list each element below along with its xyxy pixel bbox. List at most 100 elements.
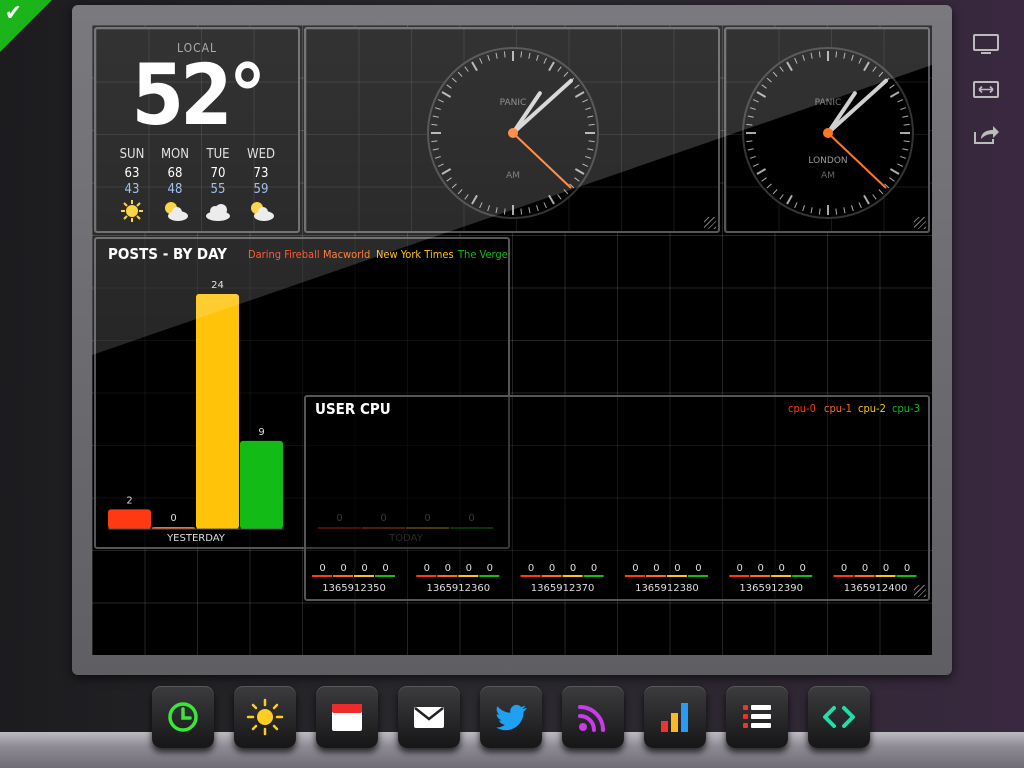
forecast-day-name: WED <box>247 147 275 162</box>
bar-yesterday-0 <box>108 509 151 529</box>
cpu-bar <box>729 575 750 577</box>
cpu-bar <box>792 575 813 577</box>
legend-cpu-3: cpu-3 <box>892 402 920 415</box>
cpu-bar <box>624 575 645 577</box>
forecast-low: 55 <box>210 182 226 197</box>
forecast-high: 63 <box>124 166 140 181</box>
bar-value-label: 9 <box>258 427 264 438</box>
dock-twitter-button[interactable] <box>480 686 542 748</box>
cpu-bar <box>312 575 332 577</box>
forecast-day: MON 68 48 <box>155 147 195 227</box>
dock-clock-button[interactable] <box>152 686 214 748</box>
cpu-bar <box>583 575 604 577</box>
clock-tick <box>746 123 753 126</box>
clock-icon <box>168 702 198 732</box>
forecast-day: TUE 70 55 <box>198 147 238 227</box>
cpu-chart-canvas: 0 0 0 0 1365912350 0 0 0 0 1365912360 0 0 0 0 13659123… <box>312 563 917 594</box>
clock-tick <box>835 51 838 58</box>
cpu-bar-value: 0 <box>340 563 346 574</box>
clock-tick <box>431 123 438 126</box>
cpu-timestamp-label: 1365912400 <box>844 583 908 594</box>
dock-code-button[interactable] <box>808 686 870 748</box>
cpu-bar <box>687 575 708 577</box>
clock-tick <box>503 208 506 215</box>
cpu-bar-value: 0 <box>800 563 806 574</box>
cpu-bar <box>833 575 854 577</box>
dock-calendar-button[interactable] <box>316 686 378 748</box>
cpu-bar-value: 0 <box>695 563 701 574</box>
current-temperature: 52° <box>131 46 267 144</box>
analog-clock-face: PANIC LONDON AM <box>742 47 914 219</box>
clock-tick <box>835 208 838 215</box>
weather-widget[interactable]: LOCAL 52° SUN 63 43 MON 68 48 TUE 70 55 <box>94 27 300 233</box>
clock-widget-london[interactable]: PANIC LONDON AM <box>724 27 930 233</box>
cpu-bar-value: 0 <box>779 563 785 574</box>
cpu-bar-value: 0 <box>487 563 493 574</box>
dock-mail-button[interactable] <box>398 686 460 748</box>
dock-bar-chart-button[interactable] <box>644 686 706 748</box>
cpu-timestamp-label: 1365912390 <box>739 583 803 594</box>
cpu-timestamp-label: 1365912380 <box>635 583 699 594</box>
dashboard-screen: LOCAL 52° SUN 63 43 MON 68 48 TUE 70 55 <box>92 25 932 655</box>
clock-tick <box>746 140 753 143</box>
cpu-bar-value: 0 <box>758 563 764 574</box>
forecast-day: SUN 63 43 <box>112 147 152 227</box>
cpu-bar-value: 0 <box>674 563 680 574</box>
rss-icon <box>578 705 605 732</box>
cpu-bar <box>354 575 374 577</box>
cpu-bar-value: 0 <box>570 563 576 574</box>
partly-cloudy-icon <box>241 199 281 227</box>
user-cpu-chart[interactable]: 0 0 0 0 1365912350 0 0 0 0 1365912360 0 0 0 0 13659123… <box>304 395 930 601</box>
share-icon[interactable] <box>972 124 1000 146</box>
monitor-icon[interactable] <box>972 33 1000 55</box>
cpu-bar <box>479 575 500 577</box>
dock-list-button[interactable] <box>726 686 788 748</box>
clock-tick <box>431 140 438 143</box>
clock-tick <box>818 208 821 215</box>
cpu-bar-value: 0 <box>862 563 868 574</box>
cpu-bar-value: 0 <box>319 563 325 574</box>
resize-grip[interactable] <box>914 585 926 597</box>
cpu-bar <box>645 575 666 577</box>
cpu-bar-value: 0 <box>737 563 743 574</box>
dock-sun-button[interactable] <box>234 686 296 748</box>
cpu-bar <box>458 575 479 577</box>
forecast-day-name: MON <box>160 147 190 162</box>
resize-icon[interactable] <box>972 79 1000 101</box>
legend-the-verge: The Verge <box>458 248 508 261</box>
cpu-timestamp-label: 1365912370 <box>531 583 595 594</box>
legend-cpu-1: cpu-1 <box>824 402 852 415</box>
cpu-bar <box>437 575 458 577</box>
dock-rss-button[interactable] <box>562 686 624 748</box>
bar-yesterday-3 <box>240 440 283 529</box>
cpu-bar-value: 0 <box>424 563 430 574</box>
forecast-low: 48 <box>167 182 183 197</box>
cpu-bar-value: 0 <box>466 563 472 574</box>
clock-tick <box>588 140 595 143</box>
cpu-bar-value: 0 <box>841 563 847 574</box>
clock-tick <box>588 123 595 126</box>
forecast-day-name: TUE <box>206 147 230 162</box>
cpu-bar <box>333 575 353 577</box>
code-icon <box>823 706 855 728</box>
cpu-bar-value: 0 <box>445 563 451 574</box>
mail-icon <box>414 707 444 728</box>
cpu-bar <box>666 575 687 577</box>
sun-icon <box>246 698 284 736</box>
resize-grip[interactable] <box>704 217 716 229</box>
clock-tick <box>520 51 523 58</box>
cpu-bar-value: 0 <box>632 563 638 574</box>
cpu-bar-value: 0 <box>653 563 659 574</box>
clock-tick <box>520 208 523 215</box>
cpu-bar-value: 0 <box>591 563 597 574</box>
resize-grip[interactable] <box>914 217 926 229</box>
forecast-day-name: SUN <box>119 147 145 162</box>
legend-new-york-times: New York Times <box>376 248 454 261</box>
clock-tick <box>503 51 506 58</box>
bar-value-label: 2 <box>126 495 132 506</box>
clock-widget-local[interactable]: PANIC AM <box>304 27 720 233</box>
bar-value-label: 0 <box>170 513 176 524</box>
category-label-yesterday: YESTERDAY <box>166 533 226 544</box>
cpu-bar <box>541 575 562 577</box>
clock-city: LONDON <box>808 156 847 166</box>
